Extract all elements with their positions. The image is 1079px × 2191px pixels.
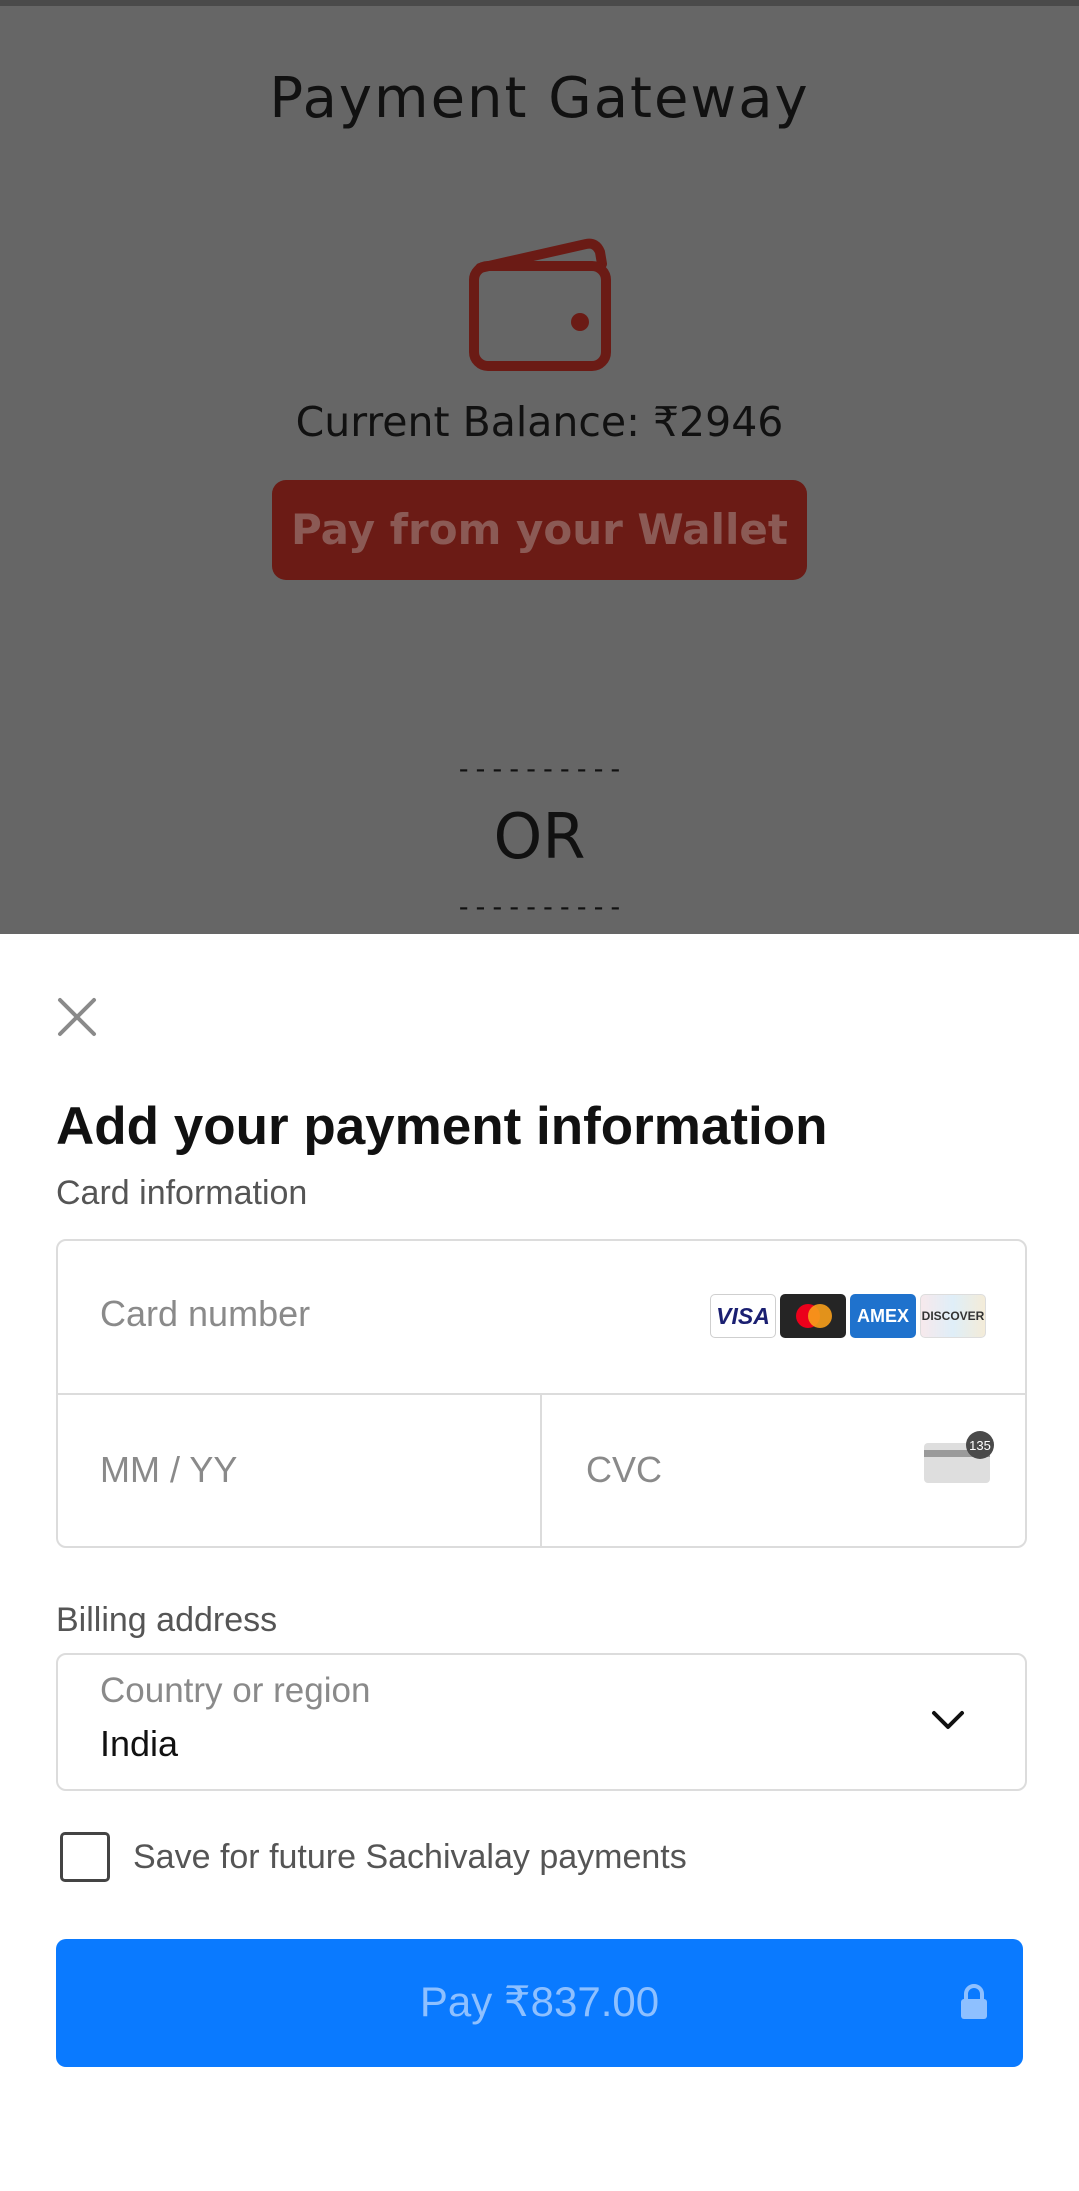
- payment-sheet: Add your payment information Card inform…: [0, 934, 1079, 2191]
- visa-icon: VISA: [710, 1294, 776, 1338]
- card-number-placeholder: Card number: [100, 1293, 311, 1334]
- discover-icon: DISCOVER: [920, 1294, 986, 1338]
- expiry-placeholder: MM / YY: [100, 1449, 238, 1490]
- card-number-field[interactable]: Card number VISA AMEX DISCOVER: [58, 1241, 1025, 1393]
- save-checkbox-label: Save for future Sachivalay payments: [133, 1838, 687, 1876]
- country-label: Country or region: [100, 1671, 371, 1710]
- lock-icon: [961, 1984, 987, 2019]
- divider-top: ----------: [455, 752, 624, 785]
- cvc-badge-text: 135: [969, 1438, 991, 1453]
- page-title: Payment Gateway: [269, 66, 810, 131]
- mastercard-icon: [780, 1294, 846, 1338]
- billing-address-label: Billing address: [56, 1601, 278, 1639]
- wallet-icon: [469, 238, 611, 371]
- status-strip: [0, 0, 1079, 6]
- country-value: India: [100, 1723, 179, 1764]
- cvc-card-icon: 135: [924, 1431, 994, 1483]
- card-brand-logos: VISA AMEX DISCOVER: [710, 1294, 986, 1338]
- close-icon[interactable]: [52, 992, 102, 1042]
- divider-bottom: ----------: [455, 890, 624, 923]
- sheet-title: Add your payment information: [56, 1097, 828, 1156]
- pay-from-wallet-button[interactable]: Pay from your Wallet: [272, 480, 807, 580]
- background-overlay[interactable]: Payment Gateway Current Balance: ₹2946 P…: [0, 0, 1079, 934]
- or-separator: OR: [493, 800, 586, 873]
- pay-button-label: Pay ₹837.00: [419, 1978, 660, 2025]
- card-information-form: Card number VISA AMEX DISCOVER MM / YY C…: [56, 1239, 1027, 1548]
- amex-icon: AMEX: [850, 1294, 916, 1338]
- card-information-label: Card information: [56, 1174, 308, 1212]
- chevron-down-icon: [932, 1711, 964, 1729]
- cvc-placeholder: CVC: [586, 1449, 663, 1490]
- save-checkbox[interactable]: [60, 1832, 110, 1882]
- payment-screen: Payment Gateway Current Balance: ₹2946 P…: [0, 0, 1079, 2191]
- pay-button[interactable]: Pay ₹837.00: [56, 1939, 1023, 2067]
- country-select[interactable]: Country or region India: [56, 1653, 1027, 1791]
- current-balance: Current Balance: ₹2946: [295, 398, 784, 446]
